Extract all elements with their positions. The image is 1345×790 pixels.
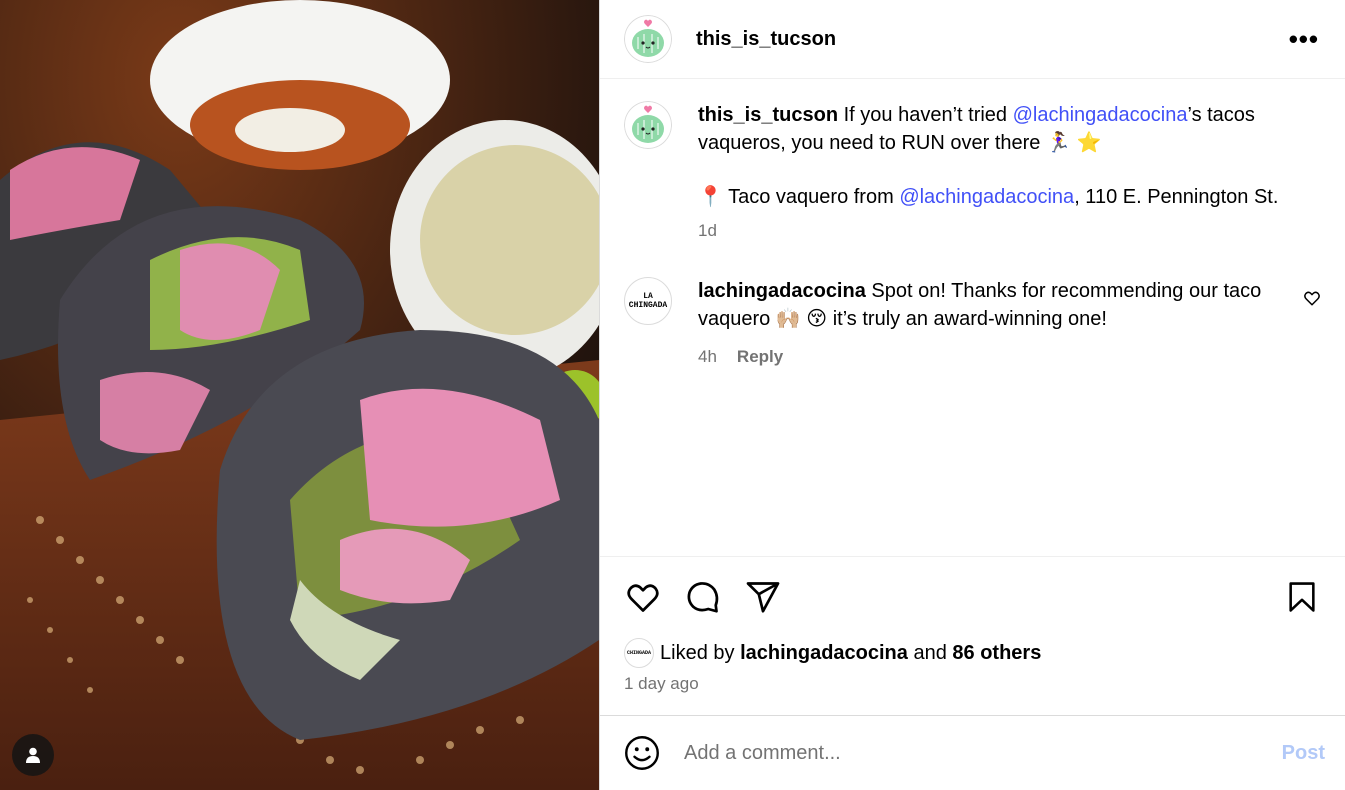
caption-mention[interactable]: @lachingadacocina	[1013, 104, 1188, 126]
caption-emojis: 🏃‍♀️ ⭐	[1045, 132, 1102, 154]
comment-icon	[687, 581, 719, 613]
comment-input[interactable]	[684, 741, 1282, 765]
likes-middle: and	[913, 641, 947, 664]
comment-meta: 4h Reply	[698, 343, 1298, 371]
comment-emojis: 🙌🏼 😚	[775, 308, 828, 330]
post-panel: this_is_tucson ••• this_is_tucson If you…	[599, 0, 1345, 790]
like-button[interactable]	[624, 578, 662, 616]
comment-like-heart-icon[interactable]	[1303, 289, 1321, 307]
post-photo[interactable]	[0, 0, 599, 790]
tacos-photo	[0, 0, 599, 790]
cactus-avatar[interactable]	[624, 15, 672, 63]
post-header: this_is_tucson •••	[600, 0, 1345, 79]
likes-user[interactable]: lachingadacocina	[740, 642, 908, 665]
add-comment-bar: Post	[600, 715, 1345, 790]
caption: this_is_tucson If you haven’t tried @lac…	[624, 101, 1321, 245]
comment-username[interactable]: lachingadacocina	[698, 280, 866, 302]
comment-item: LA CHINGADA lachingadacocina Spot on! Th…	[624, 277, 1321, 371]
location-prefix: Taco vaquero from	[728, 186, 894, 208]
post-button[interactable]: Post	[1282, 742, 1325, 765]
comment-text: lachingadacocina Spot on! Thanks for rec…	[698, 277, 1298, 333]
likes-summary: CHINGADA Liked by lachingadacocina and 8…	[624, 638, 1041, 668]
emoji-icon[interactable]	[624, 735, 660, 771]
comment-body: lachingadacocina Spot on! Thanks for rec…	[698, 277, 1298, 371]
bookmark-icon	[1289, 581, 1315, 612]
user-tag-icon	[26, 747, 40, 763]
comment-age[interactable]: 4h	[698, 343, 717, 371]
caption-location: 📍 Taco vaquero from @lachingadacocina, 1…	[698, 183, 1298, 211]
save-button[interactable]	[1283, 578, 1321, 616]
more-icon[interactable]: •••	[1289, 26, 1319, 52]
post-date[interactable]: 1 day ago	[624, 674, 699, 694]
location-suffix: , 110 E. Pennington St.	[1074, 186, 1279, 208]
comments-section: this_is_tucson If you haven’t tried @lac…	[600, 79, 1345, 557]
location-mention[interactable]: @lachingadacocina	[899, 186, 1074, 208]
logo-line1: LA	[643, 292, 653, 301]
share-button[interactable]	[744, 578, 782, 616]
likes-others[interactable]: 86 others	[952, 642, 1041, 665]
share-icon	[746, 581, 780, 613]
caption-text: this_is_tucson If you haven’t tried @lac…	[698, 101, 1298, 157]
likes-prefix: Liked by	[660, 641, 735, 664]
reply-button[interactable]: Reply	[737, 343, 783, 371]
heart-icon	[627, 583, 659, 612]
user-tag-button[interactable]	[12, 734, 54, 776]
chingada-avatar[interactable]: LA CHINGADA	[624, 277, 672, 325]
pin-icon: 📍	[698, 186, 723, 208]
cactus-avatar[interactable]	[624, 101, 672, 149]
comment-button[interactable]	[684, 578, 722, 616]
caption-age[interactable]: 1d	[698, 217, 717, 245]
liker-logo-text: CHINGADA	[626, 650, 651, 656]
comment-text-b: it’s truly an award-winning one!	[832, 308, 1107, 330]
action-bar	[600, 556, 1345, 636]
caption-prefix: If you haven’t tried	[843, 104, 1008, 126]
header-username[interactable]: this_is_tucson	[696, 28, 836, 51]
liker-avatar[interactable]: CHINGADA	[624, 638, 654, 668]
logo-line2: CHINGADA	[628, 301, 668, 310]
caption-username[interactable]: this_is_tucson	[698, 104, 838, 126]
caption-meta: 1d	[698, 217, 1298, 245]
caption-body: this_is_tucson If you haven’t tried @lac…	[698, 101, 1298, 245]
